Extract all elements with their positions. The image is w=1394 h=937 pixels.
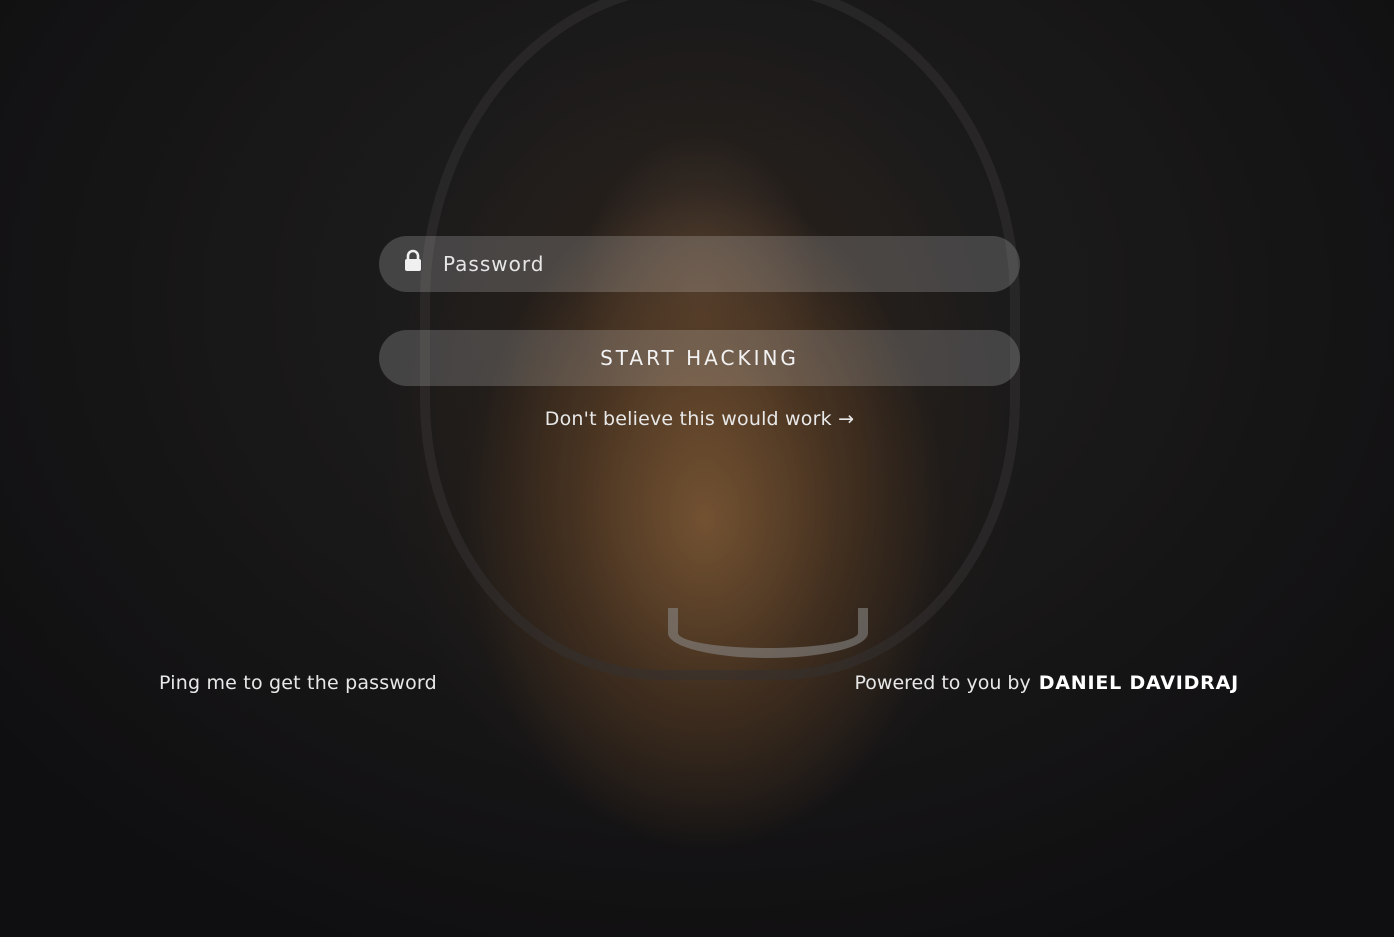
powered-by-label: Powered to you by bbox=[854, 672, 1031, 694]
dont-believe-link[interactable]: Don't believe this would work → bbox=[379, 408, 1020, 430]
start-hacking-button[interactable]: START HACKING bbox=[379, 330, 1020, 386]
background-dim-overlay bbox=[0, 0, 1394, 937]
powered-by: Powered to you by DANIEL DAVIDRAJ bbox=[855, 672, 1239, 694]
author-name-link[interactable]: DANIEL DAVIDRAJ bbox=[1039, 672, 1239, 694]
dont-believe-link-label: Don't believe this would work bbox=[544, 408, 832, 430]
password-field[interactable] bbox=[379, 236, 1020, 292]
login-page: START HACKING Don't believe this would w… bbox=[0, 0, 1394, 937]
login-form: START HACKING Don't believe this would w… bbox=[379, 236, 1020, 430]
arrow-right-icon: → bbox=[838, 408, 855, 430]
lock-icon bbox=[403, 249, 423, 273]
password-input[interactable] bbox=[443, 236, 1020, 292]
password-hint-text: Ping me to get the password bbox=[159, 672, 437, 694]
